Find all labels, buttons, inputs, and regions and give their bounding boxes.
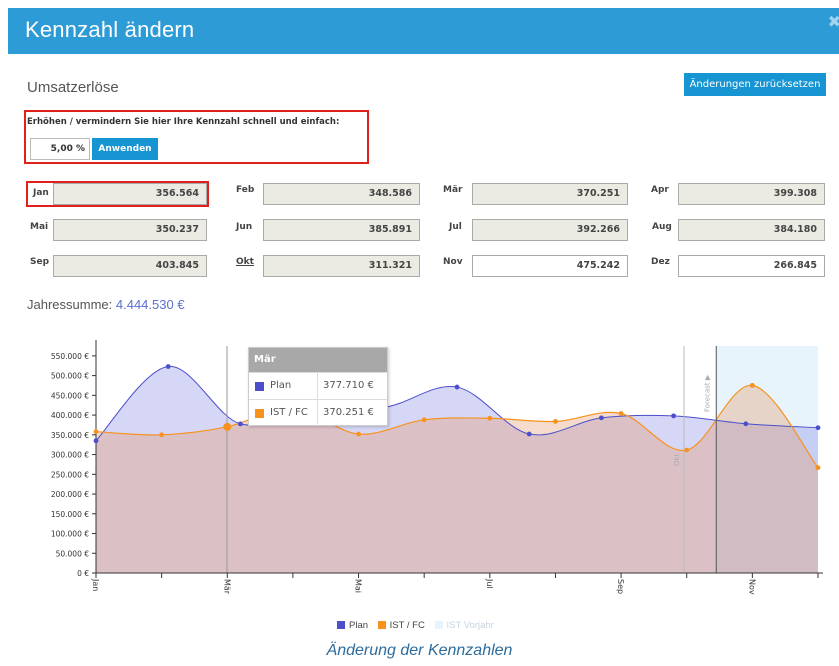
plan-point: [238, 421, 243, 427]
legend-swatch-ist: [377, 621, 386, 629]
ist-point: [93, 429, 99, 435]
y-tick-label: 150.000 €: [51, 510, 89, 519]
legend-swatch-plan: [337, 621, 345, 629]
tooltip-row-name: Plan: [270, 380, 292, 391]
x-tick-label: Sep: [616, 579, 625, 594]
legend-swatch-vorjahr: [434, 621, 443, 629]
plan-point: [599, 415, 604, 421]
y-tick-label: 50.000 €: [56, 549, 90, 558]
okt-marker-label: Okt: [673, 453, 681, 466]
y-tick-label: 200.000 €: [51, 490, 89, 499]
ist-point: [223, 422, 232, 431]
plan-swatch: [255, 382, 264, 391]
figure-caption: Änderung der Kennzahlen: [326, 642, 513, 659]
y-tick-label: 500.000 €: [51, 372, 89, 381]
tooltip-divider: [317, 373, 318, 399]
plan-point: [671, 413, 676, 419]
chart-tooltip: Mär Plan 377.710 € IST / FC 370.251 €: [248, 347, 388, 426]
tooltip-divider: [317, 400, 318, 426]
y-tick-label: 450.000 €: [51, 391, 89, 400]
revenue-chart: Forecast ▶ Okt 0 € 50.000 € 100.000 € 150.000…: [51, 340, 823, 595]
y-tick-label: 400.000 €: [51, 411, 89, 420]
chart-legend: Plan IST / FC IST Vorjahr: [337, 620, 501, 631]
x-tick-label: Nov: [747, 579, 756, 595]
ist-point: [749, 382, 755, 388]
tooltip-row: Plan 377.710 €: [249, 372, 387, 399]
legend-item-vorjahr[interactable]: IST Vorjahr: [434, 620, 494, 631]
x-tick-label: Mai: [354, 579, 363, 593]
x-tick-label: Jan: [91, 578, 100, 591]
plan-point: [815, 425, 821, 431]
plan-point: [165, 364, 171, 369]
y-tick-label: 0 €: [77, 569, 89, 578]
y-tick-label: 100.000 €: [51, 530, 89, 539]
plan-point: [93, 438, 99, 444]
y-tick-label: 550.000 €: [51, 352, 89, 361]
ist-point: [684, 447, 690, 453]
tooltip-row-value: 370.251 €: [323, 407, 374, 418]
tooltip-row-value: 377.710 €: [323, 380, 374, 391]
legend-item-ist[interactable]: IST / FC: [377, 620, 425, 631]
y-tick-label: 250.000 €: [51, 470, 89, 479]
ist-point: [421, 417, 427, 423]
x-tick-label: Mär: [222, 579, 231, 595]
legend-label: IST / FC: [389, 620, 425, 631]
ist-point: [159, 432, 165, 438]
ist-point: [487, 415, 493, 421]
ist-point: [356, 431, 361, 437]
legend-item-plan[interactable]: Plan: [337, 620, 368, 631]
forecast-label: Forecast ▶: [703, 374, 711, 412]
ist-point: [815, 465, 821, 471]
y-tick-label: 300.000 €: [51, 451, 89, 460]
tooltip-header: Mär: [249, 348, 387, 372]
legend-label: Plan: [349, 620, 369, 631]
ist-point: [553, 419, 558, 424]
plan-point: [743, 421, 749, 427]
plan-point: [454, 384, 460, 390]
tooltip-row: IST / FC 370.251 €: [249, 399, 387, 426]
legend-label: IST Vorjahr: [446, 620, 494, 631]
tooltip-row-name: IST / FC: [270, 407, 308, 418]
ist-point: [618, 411, 624, 416]
y-tick-label: 350.000 €: [51, 431, 89, 440]
plan-point: [526, 431, 532, 437]
x-tick-label: Jul: [485, 578, 494, 589]
ist-swatch: [255, 409, 264, 418]
